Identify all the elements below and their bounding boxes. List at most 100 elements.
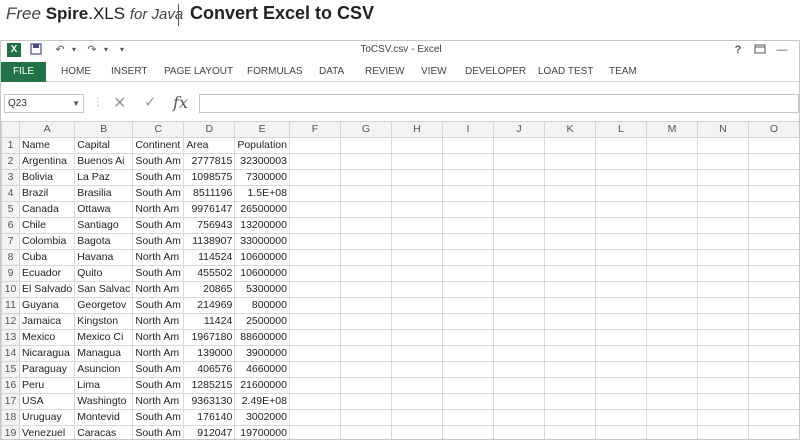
cell[interactable] [390,313,443,330]
cell[interactable] [339,393,392,410]
cell[interactable] [696,281,749,298]
tab-home[interactable]: HOME [59,62,93,82]
cell[interactable]: Ottawa [74,201,134,218]
cell[interactable]: Continent [132,137,185,154]
cell[interactable] [696,217,749,234]
cell[interactable]: 2777815 [183,153,236,170]
cell[interactable]: La Paz [74,169,134,186]
cell[interactable] [696,345,749,362]
cancel-icon[interactable]: ✕ [113,93,126,113]
cell[interactable] [288,313,341,330]
cell[interactable] [543,345,596,362]
cell[interactable] [288,377,341,394]
cell[interactable] [645,409,698,426]
cell[interactable] [645,153,698,170]
cell[interactable]: 32300003 [234,153,290,170]
cell[interactable] [339,217,392,234]
row-header[interactable]: 15 [1,361,20,378]
cell[interactable]: Caracas [74,425,134,439]
cell[interactable] [390,281,443,298]
row-header[interactable]: 5 [1,201,20,218]
cell[interactable] [594,409,647,426]
cell[interactable] [339,313,392,330]
cell[interactable] [543,297,596,314]
cell[interactable] [645,265,698,282]
cell[interactable] [747,153,799,170]
cell[interactable] [390,393,443,410]
cell[interactable]: 9976147 [183,201,236,218]
cell[interactable] [339,329,392,346]
cell[interactable]: USA [18,393,76,410]
cell[interactable]: 1.5E+08 [234,185,290,202]
cell[interactable] [594,329,647,346]
cell[interactable] [645,297,698,314]
cell[interactable] [747,265,799,282]
cell[interactable] [339,201,392,218]
cell[interactable] [543,377,596,394]
insert-function-icon[interactable]: fx [173,93,188,112]
cell[interactable]: 8511196 [183,185,236,202]
cell[interactable] [594,425,647,439]
cell[interactable] [747,185,799,202]
cell[interactable] [645,425,698,439]
tab-formulas[interactable]: FORMULAS [245,62,305,82]
cell[interactable] [645,361,698,378]
column-header[interactable]: C [132,121,185,138]
cell[interactable] [288,233,341,250]
column-header[interactable]: F [288,121,341,138]
cell[interactable] [492,281,545,298]
cell[interactable] [492,297,545,314]
cell[interactable]: Population [234,137,290,154]
cell[interactable]: Montevid [74,409,134,426]
cell[interactable]: 3002000 [234,409,290,426]
column-header[interactable]: E [234,121,290,138]
cell[interactable] [747,425,799,439]
cell[interactable] [492,361,545,378]
cell[interactable] [594,185,647,202]
cell[interactable]: Chile [18,217,76,234]
cell[interactable]: Ecuador [18,265,76,282]
cell[interactable]: 13200000 [234,217,290,234]
cell[interactable] [594,377,647,394]
cell[interactable]: Paraguay [18,361,76,378]
cell[interactable]: 2500000 [234,313,290,330]
cell[interactable]: 21600000 [234,377,290,394]
column-header[interactable]: M [645,121,698,138]
enter-icon[interactable]: ✓ [144,93,157,111]
cell[interactable] [339,377,392,394]
cell[interactable] [441,329,494,346]
cell[interactable]: North Am [132,393,185,410]
cell[interactable]: Bolivia [18,169,76,186]
cell[interactable] [288,281,341,298]
cell[interactable] [645,185,698,202]
cell[interactable] [492,265,545,282]
cell[interactable] [441,265,494,282]
cell[interactable] [441,377,494,394]
cell[interactable] [339,345,392,362]
cell[interactable] [441,393,494,410]
cell[interactable]: Managua [74,345,134,362]
cell[interactable]: San Salvac [74,281,134,298]
cell[interactable]: 1967180 [183,329,236,346]
cell[interactable] [288,249,341,266]
row-header[interactable]: 1 [1,137,20,154]
cell[interactable] [645,137,698,154]
cell[interactable] [543,265,596,282]
cell[interactable]: Georgetov [74,297,134,314]
cell[interactable] [696,153,749,170]
cell[interactable] [441,409,494,426]
cell[interactable] [492,409,545,426]
cell[interactable] [390,217,443,234]
cell[interactable]: South Am [132,185,185,202]
cell[interactable] [492,329,545,346]
cell[interactable]: South Am [132,265,185,282]
cell[interactable]: 1098575 [183,169,236,186]
row-header[interactable]: 13 [1,329,20,346]
cell[interactable] [441,201,494,218]
cell[interactable]: Buenos Ai [74,153,134,170]
cell[interactable]: Nicaragua [18,345,76,362]
cell[interactable] [543,409,596,426]
cell[interactable] [390,169,443,186]
cell[interactable] [594,137,647,154]
cell[interactable] [645,249,698,266]
